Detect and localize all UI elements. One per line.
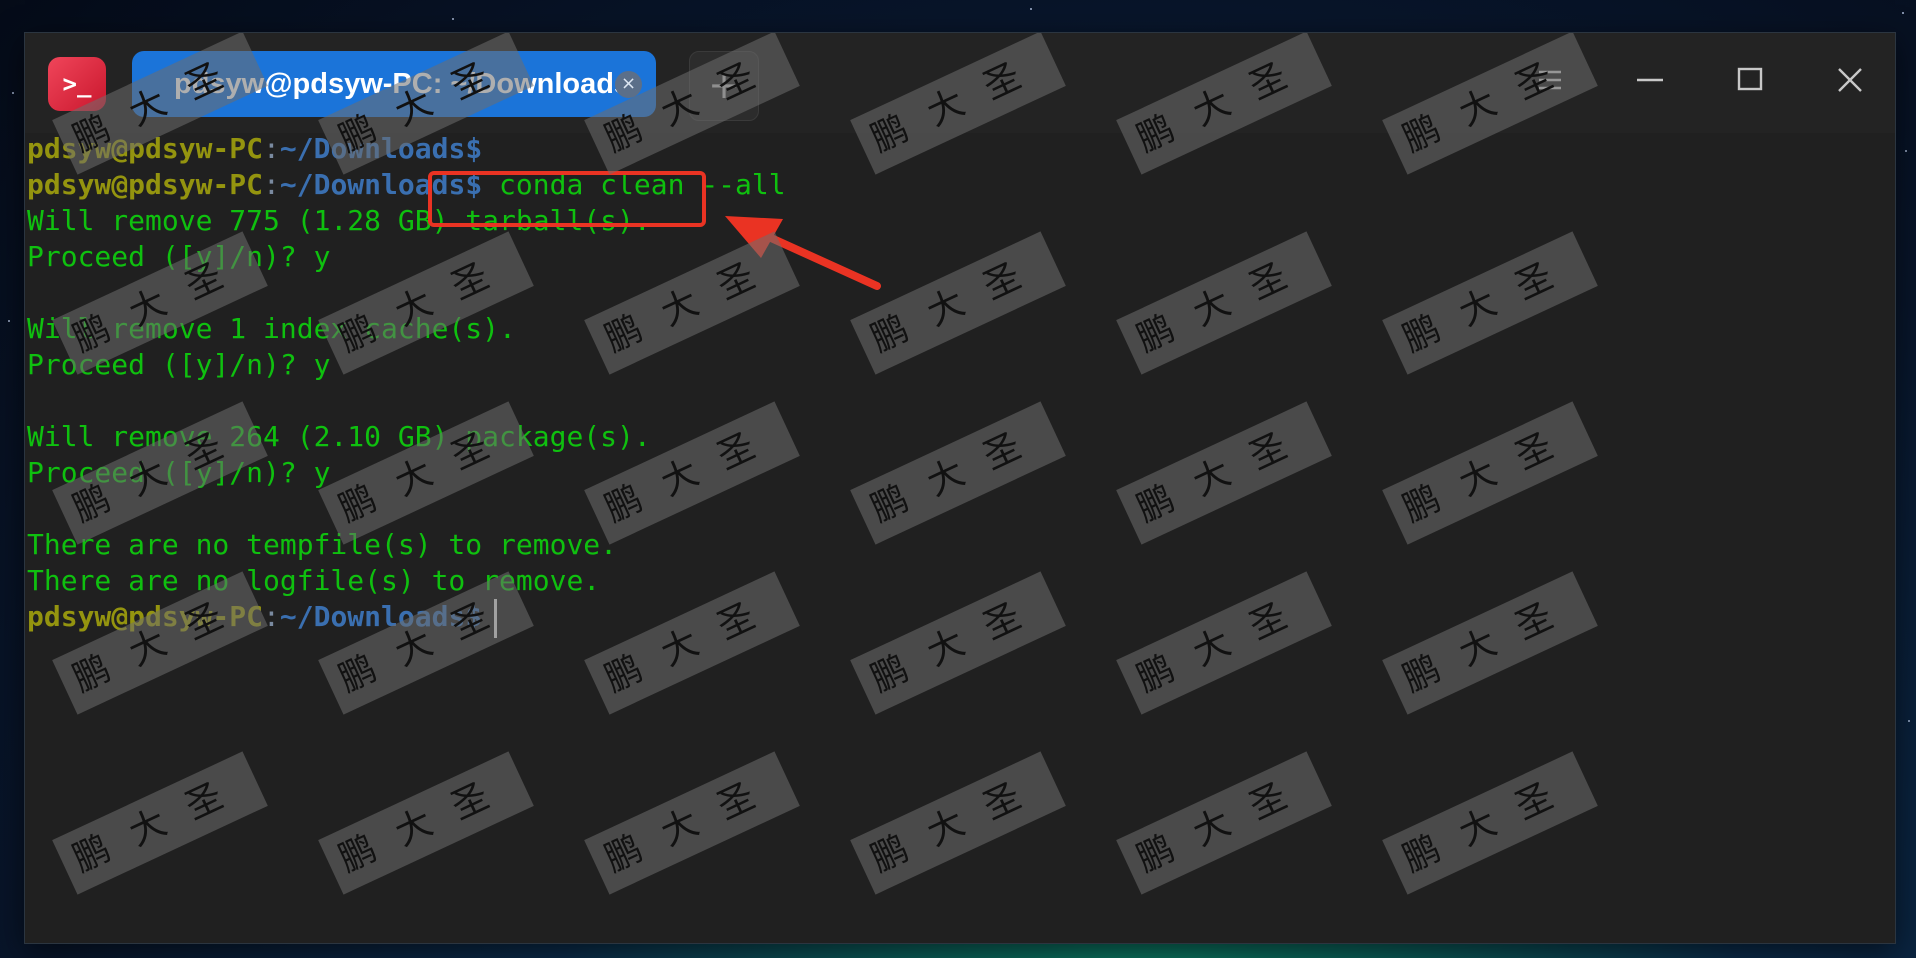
background-star: [8, 320, 10, 322]
watermark: 鹏大圣: [1116, 751, 1332, 895]
prompt-dollar: $: [465, 132, 483, 165]
watermark: 鹏大圣: [1382, 401, 1598, 545]
watermark: 鹏大圣: [1382, 571, 1598, 715]
terminal-window: >_ pdsyw@pdsyw-PC: ~/Downloads × +: [25, 33, 1895, 943]
background-star: [1908, 720, 1910, 722]
background-star: [1905, 150, 1907, 152]
watermark: 鹏大圣: [1382, 751, 1598, 895]
watermark: 鹏大圣: [850, 401, 1066, 545]
watermark: 鹏大圣: [318, 231, 534, 375]
prompt-user: pdsyw@pdsyw-PC: [27, 168, 264, 201]
background-star: [452, 18, 454, 20]
background-star: [1030, 8, 1032, 10]
minimize-icon[interactable]: [1625, 55, 1675, 105]
watermark: 鹏大圣: [318, 751, 534, 895]
prompt-colon: :: [263, 132, 280, 165]
background-star: [12, 92, 14, 94]
close-icon[interactable]: [1825, 55, 1875, 105]
prompt-colon: :: [263, 168, 280, 201]
watermark: 鹏大圣: [850, 571, 1066, 715]
watermark: 鹏大圣: [1382, 231, 1598, 375]
watermark: 鹏大圣: [52, 751, 268, 895]
watermark: 鹏大圣: [1116, 571, 1332, 715]
watermark: 鹏大圣: [850, 231, 1066, 375]
annotation-highlight-box: [428, 171, 706, 227]
watermark: 鹏大圣: [1116, 231, 1332, 375]
watermark: 鹏大圣: [584, 751, 800, 895]
prompt-colon: :: [263, 600, 280, 633]
watermark: 鹏大圣: [1116, 401, 1332, 545]
maximize-icon[interactable]: [1725, 55, 1775, 105]
watermark: 鹏大圣: [584, 571, 800, 715]
watermark: 鹏大圣: [584, 231, 800, 375]
terminal-content[interactable]: pdsyw@pdsyw-PC:~/Downloads$ pdsyw@pdsyw-…: [25, 33, 1895, 943]
watermark: 鹏大圣: [850, 751, 1066, 895]
background-star: [1902, 12, 1904, 14]
